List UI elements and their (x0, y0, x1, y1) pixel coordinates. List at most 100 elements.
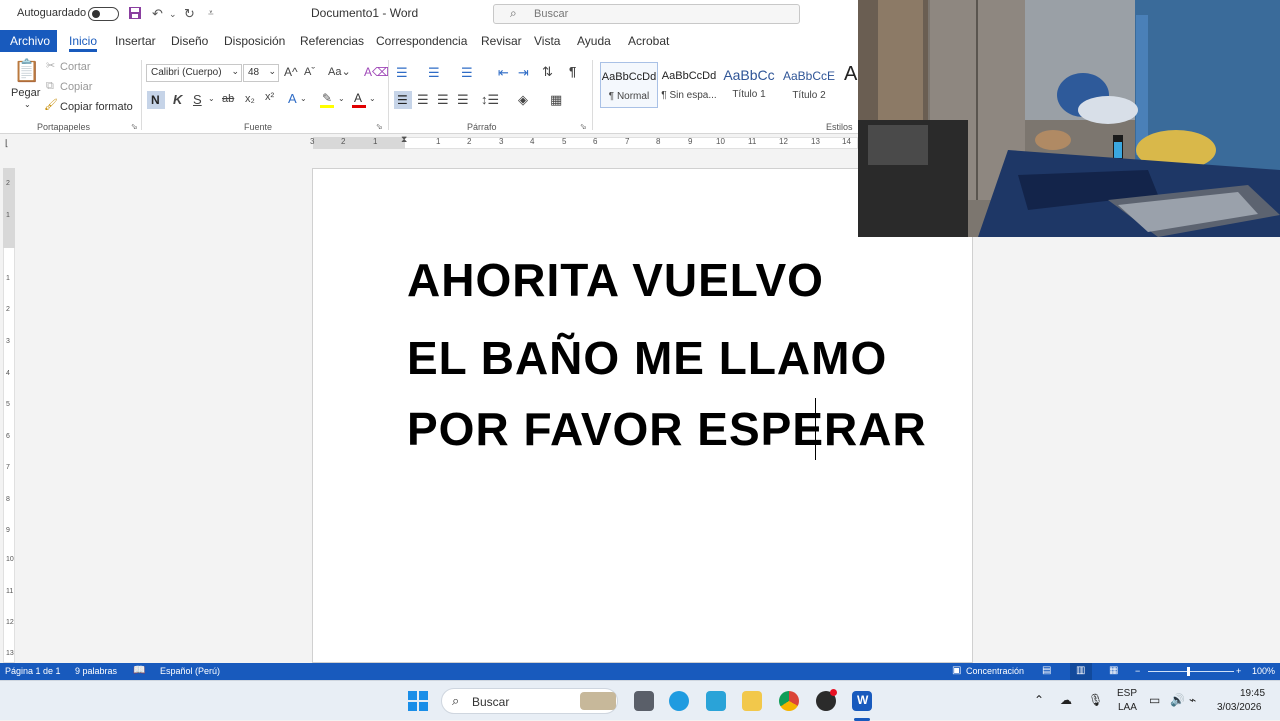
style-sin-espaciado[interactable]: AaBbCcDd ¶ Sin espa... (660, 62, 718, 108)
zoom-slider-thumb[interactable] (1187, 667, 1190, 676)
text-effects-icon[interactable]: A (288, 92, 297, 105)
tab-referencias[interactable]: Referencias (300, 34, 364, 48)
clipboard-launcher-icon[interactable]: ⬂ (131, 123, 138, 131)
paste-button[interactable]: Pegar (11, 87, 40, 99)
font-launcher-icon[interactable]: ⬂ (376, 123, 383, 131)
italic-button[interactable]: K (173, 93, 182, 106)
tab-insertar[interactable]: Insertar (115, 34, 156, 48)
document-paragraph[interactable]: AHORITA VUELVO (407, 253, 824, 307)
chevron-up-icon[interactable]: ⌃ (1034, 693, 1044, 707)
windows-start-icon[interactable] (408, 691, 428, 711)
numbering-icon[interactable]: ☰ (428, 66, 440, 79)
tab-disposicion[interactable]: Disposición (224, 34, 285, 48)
strikethrough-icon[interactable]: ab (222, 94, 234, 105)
focus-mode-button[interactable]: Concentración (966, 666, 1024, 676)
superscript-icon[interactable]: x² (265, 92, 274, 103)
focus-icon[interactable]: ▣ (952, 665, 961, 676)
clear-formatting-icon[interactable]: A⌫ (364, 66, 389, 78)
zoom-slider[interactable] (1148, 671, 1234, 672)
copy-button[interactable]: Copiar (60, 81, 92, 93)
document-paragraph[interactable]: POR FAVOR ESPERAR (407, 402, 927, 456)
format-painter-button[interactable]: Copiar formato (60, 101, 133, 113)
web-layout-icon[interactable]: ▦ (1109, 665, 1118, 676)
sort-icon[interactable]: ⇅ (542, 65, 553, 78)
save-icon[interactable] (128, 6, 142, 23)
multilevel-list-icon[interactable]: ☰ (461, 66, 473, 79)
cloud-off-icon[interactable]: ☁ (1060, 693, 1072, 707)
borders-icon[interactable]: ▦ (550, 93, 562, 106)
grow-font-icon[interactable]: A^ (284, 66, 298, 78)
edge-icon[interactable] (669, 691, 689, 711)
justify-icon[interactable]: ☰ (457, 93, 469, 106)
highlight-icon[interactable]: ✎ (320, 91, 334, 108)
zoom-level[interactable]: 100% (1252, 666, 1275, 676)
align-left-button[interactable]: ☰ (394, 91, 412, 109)
network-icon[interactable]: ▭ (1149, 693, 1160, 707)
tab-archivo[interactable]: Archivo (0, 30, 57, 52)
underline-dropdown-icon[interactable]: ⌄ (208, 95, 215, 103)
indent-marker-icon[interactable]: ⧗ (401, 134, 407, 145)
search-input[interactable]: ⌕ Buscar (493, 4, 800, 24)
paste-icon[interactable]: 📋 (13, 60, 40, 82)
align-center-icon[interactable]: ☰ (417, 93, 429, 106)
style-titulo-1[interactable]: AaBbCc Título 1 (720, 62, 778, 108)
bullets-icon[interactable]: ☰ (396, 66, 408, 79)
clock-time[interactable]: 19:45 (1240, 688, 1265, 699)
taskbar-search[interactable]: ⌕ Buscar (441, 688, 618, 714)
subscript-icon[interactable]: x₂ (245, 94, 255, 105)
language-bottom[interactable]: LAA (1118, 702, 1137, 713)
cut-button[interactable]: Cortar (60, 61, 91, 73)
style-normal[interactable]: AaBbCcDd ¶ Normal (600, 62, 658, 108)
customize-qat-icon[interactable]: ⩡ (208, 8, 214, 19)
word-icon[interactable]: W (852, 691, 872, 711)
highlight-dropdown-icon[interactable]: ⌄ (338, 95, 345, 103)
volume-icon[interactable]: 🔊 (1170, 693, 1185, 707)
tab-selector-icon[interactable]: ⌊ (5, 138, 9, 149)
document-paragraph[interactable]: EL BAÑO ME LLAMO (407, 331, 887, 385)
line-spacing-icon[interactable]: ↕☰ (481, 93, 499, 106)
autosave-toggle[interactable] (88, 7, 119, 21)
tab-revisar[interactable]: Revisar (481, 34, 522, 48)
tab-acrobat[interactable]: Acrobat (628, 34, 669, 48)
read-mode-icon[interactable]: ▤ (1042, 665, 1051, 676)
style-title-preview-icon[interactable]: A (844, 64, 857, 84)
tab-diseno[interactable]: Diseño (171, 34, 208, 48)
font-size-select[interactable]: 48 ⌄ (243, 64, 279, 82)
battery-icon[interactable]: ⌁ (1189, 693, 1196, 707)
shrink-font-icon[interactable]: Aˇ (304, 67, 315, 78)
language-indicator[interactable]: Español (Perú) (160, 666, 220, 676)
proofing-icon[interactable]: 📖 (133, 665, 145, 676)
tab-vista[interactable]: Vista (534, 34, 560, 48)
print-layout-button[interactable]: ▥ (1070, 663, 1092, 680)
undo-icon[interactable]: ↶ (152, 6, 163, 22)
zoom-out-icon[interactable]: − (1135, 666, 1140, 676)
chrome-icon[interactable] (779, 691, 799, 711)
word-count[interactable]: 9 palabras (75, 666, 117, 676)
paragraph-launcher-icon[interactable]: ⬂ (580, 123, 587, 131)
increase-indent-icon[interactable]: ⇥ (518, 66, 529, 79)
clock-date[interactable]: 3/03/2026 (1217, 702, 1262, 713)
redo-icon[interactable]: ↻ (184, 6, 195, 22)
tab-inicio[interactable]: Inicio (69, 34, 97, 48)
font-color-dropdown-icon[interactable]: ⌄ (369, 95, 376, 103)
align-right-icon[interactable]: ☰ (437, 93, 449, 106)
style-titulo-2[interactable]: AaBbCcE Título 2 (780, 62, 838, 108)
undo-dropdown-icon[interactable]: ⌄ (169, 9, 177, 20)
paste-dropdown-icon[interactable]: ⌄ (24, 100, 31, 109)
zoom-in-icon[interactable]: + (1236, 666, 1241, 676)
bold-button[interactable]: N (147, 91, 165, 109)
underline-button[interactable]: S (193, 93, 202, 106)
show-marks-icon[interactable]: ¶ (569, 65, 576, 78)
decrease-indent-icon[interactable]: ⇤ (498, 66, 509, 79)
language-top[interactable]: ESP (1117, 688, 1137, 699)
shading-icon[interactable]: ◈ (518, 93, 528, 106)
change-case-icon[interactable]: Aa⌄ (328, 67, 351, 78)
text-effects-dropdown-icon[interactable]: ⌄ (300, 95, 307, 103)
tab-correspondencia[interactable]: Correspondencia (376, 34, 467, 48)
task-view-icon[interactable] (634, 691, 654, 711)
font-color-icon[interactable]: A (352, 91, 366, 108)
tab-ayuda[interactable]: Ayuda (577, 34, 611, 48)
microphone-icon[interactable]: 🎙 (1088, 693, 1103, 707)
file-explorer-icon[interactable] (742, 691, 762, 711)
store-icon[interactable] (706, 691, 726, 711)
